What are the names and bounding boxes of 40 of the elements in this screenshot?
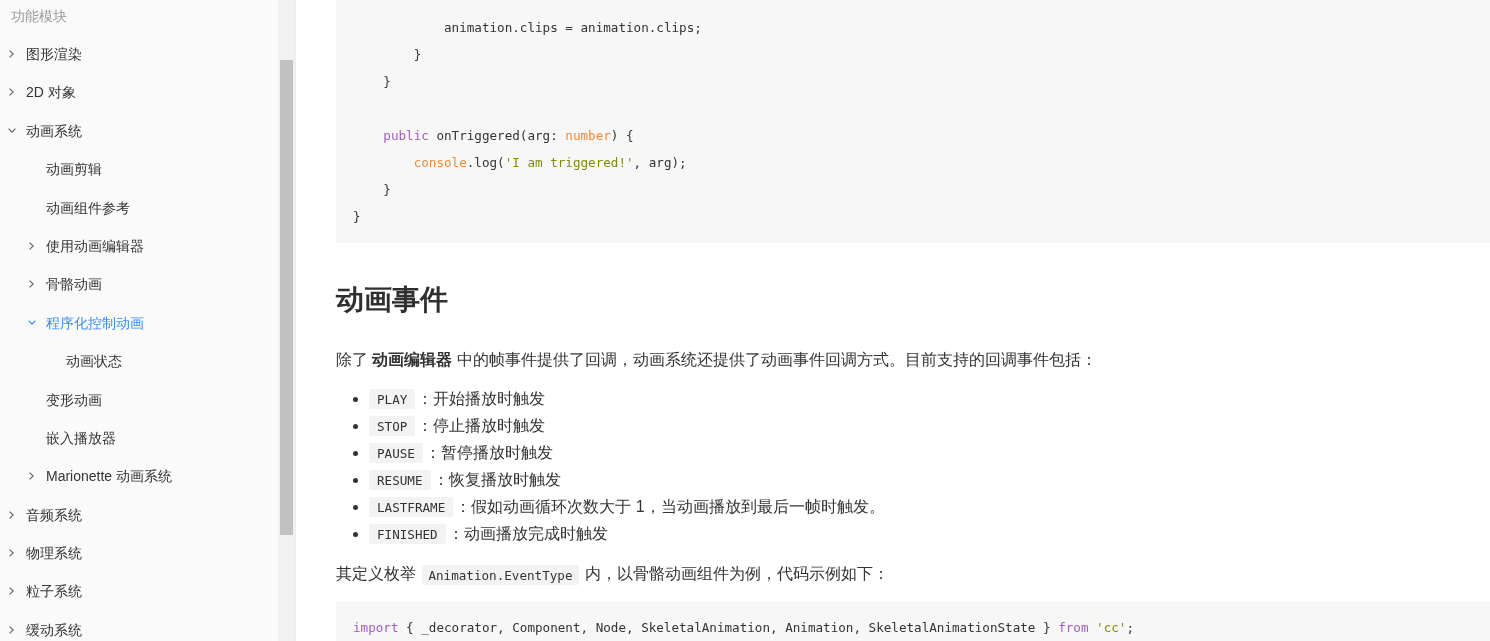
sidebar-item[interactable]: 缓动系统 — [8, 620, 82, 639]
bullet-icon — [353, 450, 358, 456]
list-item-text: STOP ：停止播放时触发 — [369, 414, 546, 438]
bullet-icon — [353, 423, 358, 429]
bullet-icon — [353, 531, 358, 537]
sidebar-item[interactable]: 动画组件参考 — [46, 198, 130, 217]
bullet-icon — [353, 477, 358, 483]
sidebar-item[interactable]: 动画系统 — [8, 121, 82, 140]
sidebar-item[interactable]: 粒子系统 — [8, 582, 82, 601]
sidebar-heading: 功能模块 — [11, 8, 67, 24]
list-item-text: FINISHED ：动画播放完成时触发 — [369, 522, 608, 546]
sidebar-item[interactable]: 2D 对象 — [8, 83, 76, 102]
code-line: } — [383, 182, 391, 197]
sidebar-item[interactable]: 音频系统 — [8, 505, 82, 524]
code-line: } — [413, 47, 422, 62]
bullet-icon — [353, 396, 358, 402]
list-item-text: LASTFRAME ：假如动画循环次数大于 1，当动画播放到最后一帧时触发。 — [369, 495, 885, 519]
list-item-text: RESUME ：恢复播放时触发 — [369, 468, 561, 492]
sidebar-item[interactable]: 嵌入播放器 — [46, 428, 116, 447]
sidebar-item[interactable]: 动画状态 — [66, 352, 122, 371]
paragraph: 其定义枚举 Animation.EventType 内，以骨骼动画组件为例，代码示例如下： — [336, 561, 889, 588]
sidebar-item[interactable]: 动画剪辑 — [46, 160, 102, 179]
list-item-text: PAUSE ：暂停播放时触发 — [369, 441, 553, 465]
code-line: } — [353, 209, 361, 224]
sidebar-item[interactable]: 使用动画编辑器 — [28, 236, 144, 255]
sidebar-item[interactable]: 图形渲染 — [8, 45, 82, 63]
sidebar-item[interactable]: 变形动画 — [46, 390, 102, 409]
paragraph: 除了 动画编辑器 中的帧事件提供了回调，动画系统还提供了动画事件回调方式。目前支持的回调事件包括： — [336, 350, 1097, 370]
code-line: console.log('I am triggered!', arg); — [413, 155, 687, 170]
code-line: public onTriggered(arg: number) { — [383, 128, 634, 143]
bullet-icon — [353, 504, 358, 510]
code-line: } — [383, 74, 391, 89]
code-line: animation.clips = animation.clips; — [444, 20, 702, 35]
scrollbar-thumb[interactable] — [280, 60, 293, 535]
list-item-text: PLAY ：开始播放时触发 — [369, 387, 546, 411]
sidebar-item[interactable]: 物理系统 — [8, 544, 82, 563]
sidebar-item[interactable]: Marionette 动画系统 — [28, 467, 173, 486]
section-heading: 动画事件 — [336, 283, 448, 317]
sidebar-item[interactable]: 骨骼动画 — [28, 275, 102, 294]
code-line: import { _decorator, Component, Node, SkeletalAnimation, Animation, SkeletalAnimationState } from 'cc'; — [353, 620, 1134, 635]
